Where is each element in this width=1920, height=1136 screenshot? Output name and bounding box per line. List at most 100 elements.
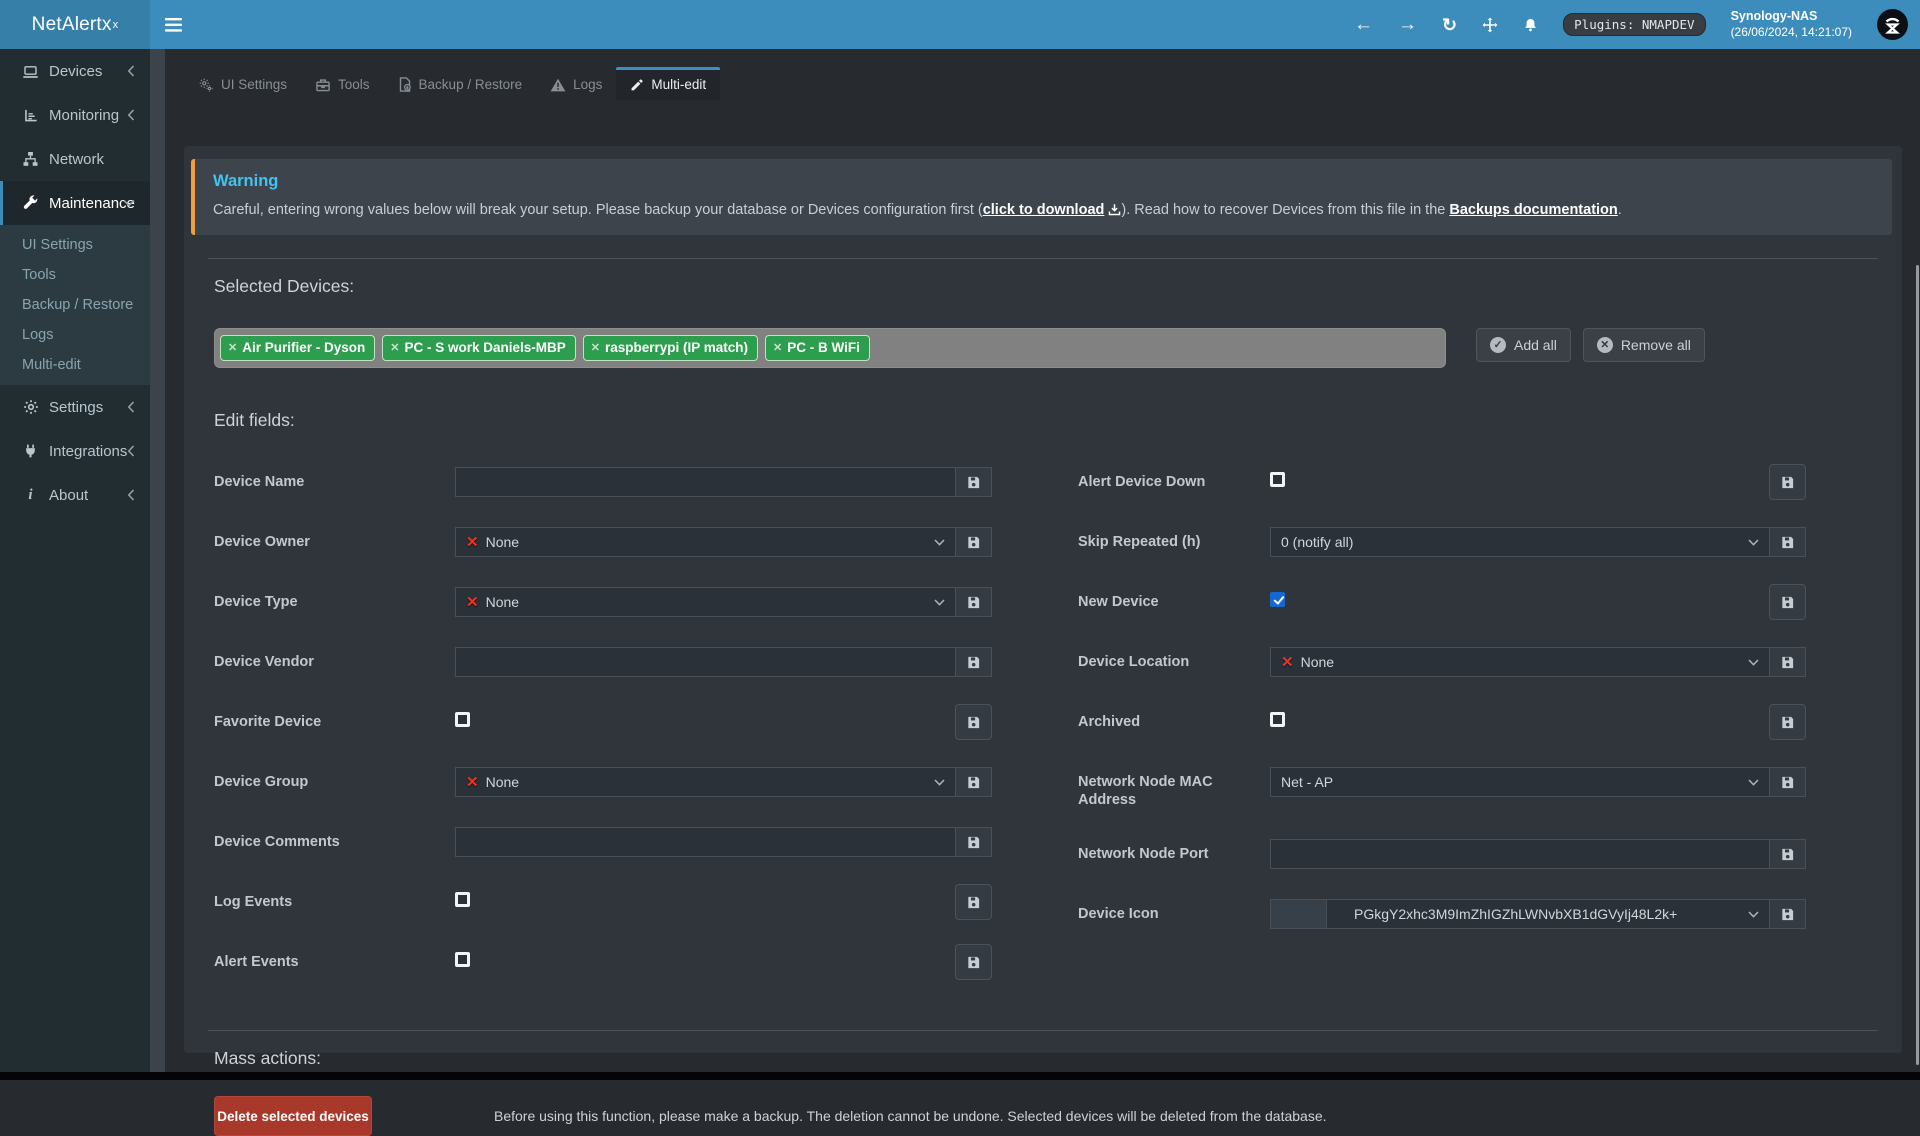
log-events-checkbox[interactable] — [455, 892, 470, 907]
host-info: Synology-NAS (26/06/2024, 14:21:07) — [1731, 8, 1852, 40]
sidebar-item-maintenance[interactable]: Maintenance — [0, 181, 150, 225]
warning-title: Warning — [213, 172, 1874, 191]
device-vendor-input[interactable] — [455, 647, 955, 677]
network-icon — [21, 151, 40, 167]
sidebar-item-integrations[interactable]: Integrations — [0, 429, 150, 473]
favorite-device-save-button[interactable] — [955, 704, 992, 740]
field-row-alert-device-down: Alert Device Down — [1078, 467, 1806, 497]
sidebar-subitem-ui-settings[interactable]: UI Settings — [0, 230, 150, 260]
select-chevron-icon — [1748, 659, 1759, 666]
favorite-device-checkbox[interactable] — [455, 712, 470, 727]
clear-selection-icon[interactable]: ✕ — [466, 775, 479, 790]
sidebar-toggle-button[interactable] — [150, 0, 196, 49]
alert-device-down-save-button[interactable] — [1769, 464, 1806, 500]
nav-forward-icon[interactable]: → — [1398, 15, 1417, 34]
bell-icon[interactable] — [1523, 17, 1538, 33]
device-group-selected-value: None — [486, 774, 519, 790]
app-logo[interactable]: NetAlertxx — [0, 0, 150, 49]
network-node-mac-address-save-button[interactable] — [1769, 767, 1806, 797]
remove-all-button[interactable]: ✕ Remove all — [1583, 328, 1705, 362]
add-all-button[interactable]: ✓ Add all — [1476, 328, 1571, 362]
device-location-select[interactable]: ✕ None — [1270, 647, 1769, 677]
tab-multi-edit[interactable]: Multi-edit — [616, 67, 720, 100]
save-icon — [966, 895, 981, 910]
device-icon-select[interactable]: PGkgY2xhc3M9ImZhIGZhLWNvbXB1dGVyIj48L2k+ — [1270, 899, 1769, 929]
device-icon-save-button[interactable] — [1769, 899, 1806, 929]
remove-tag-icon[interactable]: ✕ — [773, 341, 782, 354]
sidebar-subitem-tools[interactable]: Tools — [0, 260, 150, 290]
sidebar-item-devices[interactable]: Devices — [0, 49, 150, 93]
device-tag-pc-b-wifi: ✕PC - B WiFi — [765, 335, 870, 361]
archived-save-button[interactable] — [1769, 704, 1806, 740]
network-node-port-save-button[interactable] — [1769, 839, 1806, 869]
sidebar: DevicesMonitoringNetworkMaintenance UI Se… — [0, 49, 150, 1072]
alert-device-down-checkbox[interactable] — [1270, 472, 1285, 487]
field-label-new-device: New Device — [1078, 587, 1270, 617]
new-device-checkbox[interactable] — [1270, 592, 1285, 607]
delete-selected-devices-button[interactable]: Delete selected devices — [214, 1096, 372, 1136]
sidebar-item-about[interactable]: iAbout — [0, 473, 150, 517]
device-comments-save-button[interactable] — [955, 827, 992, 857]
brand-sup-x: x — [113, 19, 119, 31]
sidebar-item-network[interactable]: Network — [0, 137, 150, 181]
plugins-status-badge[interactable]: Plugins: NMAPDEV — [1563, 13, 1705, 36]
field-row-network-node-mac-address: Network Node MAC Address Net - AP — [1078, 767, 1806, 809]
tab-logs[interactable]: Logs — [536, 67, 616, 100]
chevron-left-icon — [127, 401, 135, 413]
move-icon[interactable] — [1482, 17, 1498, 33]
device-owner-select[interactable]: ✕ None — [455, 527, 955, 557]
select-chevron-icon — [934, 539, 945, 546]
device-location-save-button[interactable] — [1769, 647, 1806, 677]
device-type-save-button[interactable] — [955, 587, 992, 617]
sidebar-item-monitoring[interactable]: Monitoring — [0, 93, 150, 137]
backups-documentation-link[interactable]: Backups documentation — [1449, 202, 1617, 218]
warning-text-segment: Careful, entering wrong values below wil… — [213, 202, 983, 218]
field-label-alert-device-down: Alert Device Down — [1078, 467, 1270, 497]
device-group-save-button[interactable] — [955, 767, 992, 797]
device-name-input[interactable] — [455, 467, 955, 497]
device-type-select[interactable]: ✕ None — [455, 587, 955, 617]
page-scrollbar-thumb[interactable] — [1916, 265, 1919, 1065]
network-node-port-input[interactable] — [1270, 839, 1769, 869]
sidebar-subitem-backup-restore[interactable]: Backup / Restore — [0, 290, 150, 320]
content-scrollbar-track[interactable] — [150, 49, 165, 1072]
sidebar-subitem-logs[interactable]: Logs — [0, 320, 150, 350]
device-owner-save-button[interactable] — [955, 527, 992, 557]
device-vendor-save-button[interactable] — [955, 647, 992, 677]
clear-selection-icon[interactable]: ✕ — [466, 535, 479, 550]
device-comments-input[interactable] — [455, 827, 955, 857]
skip-repeated-h-save-button[interactable] — [1769, 527, 1806, 557]
info-icon: i — [21, 488, 40, 503]
clear-selection-icon[interactable]: ✕ — [1281, 655, 1294, 670]
selected-devices-input[interactable]: ✕Air Purifier - Dyson✕PC - S work Daniel… — [214, 328, 1446, 368]
tab-ui-settings[interactable]: UI Settings — [184, 67, 301, 100]
field-label-skip-repeated-h: Skip Repeated (h) — [1078, 527, 1270, 557]
alert-events-checkbox[interactable] — [455, 952, 470, 967]
nav-back-icon[interactable]: ← — [1354, 15, 1373, 34]
tab-backup-restore[interactable]: Backup / Restore — [384, 67, 537, 100]
user-avatar[interactable] — [1877, 9, 1908, 40]
warning-icon — [550, 78, 566, 92]
sidebar-subitem-multi-edit[interactable]: Multi-edit — [0, 350, 150, 380]
remove-tag-icon[interactable]: ✕ — [591, 341, 600, 354]
clear-selection-icon[interactable]: ✕ — [466, 595, 479, 610]
tab-tools[interactable]: Tools — [301, 67, 384, 100]
remove-tag-icon[interactable]: ✕ — [390, 341, 399, 354]
archived-checkbox[interactable] — [1270, 712, 1285, 727]
field-row-device-location: Device Location ✕ None — [1078, 647, 1806, 677]
refresh-icon[interactable]: ↻ — [1442, 16, 1457, 34]
download-backup-link[interactable]: click to download — [983, 202, 1122, 218]
device-name-save-button[interactable] — [955, 467, 992, 497]
alert-events-save-button[interactable] — [955, 944, 992, 980]
check-circle-icon: ✓ — [1490, 337, 1506, 353]
save-icon — [966, 775, 981, 790]
save-icon — [1780, 715, 1795, 730]
field-label-device-icon: Device Icon — [1078, 899, 1270, 929]
device-group-select[interactable]: ✕ None — [455, 767, 955, 797]
new-device-save-button[interactable] — [1769, 584, 1806, 620]
log-events-save-button[interactable] — [955, 884, 992, 920]
remove-tag-icon[interactable]: ✕ — [228, 341, 237, 354]
network-node-mac-address-select[interactable]: Net - AP — [1270, 767, 1769, 797]
skip-repeated-h-select[interactable]: 0 (notify all) — [1270, 527, 1769, 557]
sidebar-item-settings[interactable]: Settings — [0, 385, 150, 429]
